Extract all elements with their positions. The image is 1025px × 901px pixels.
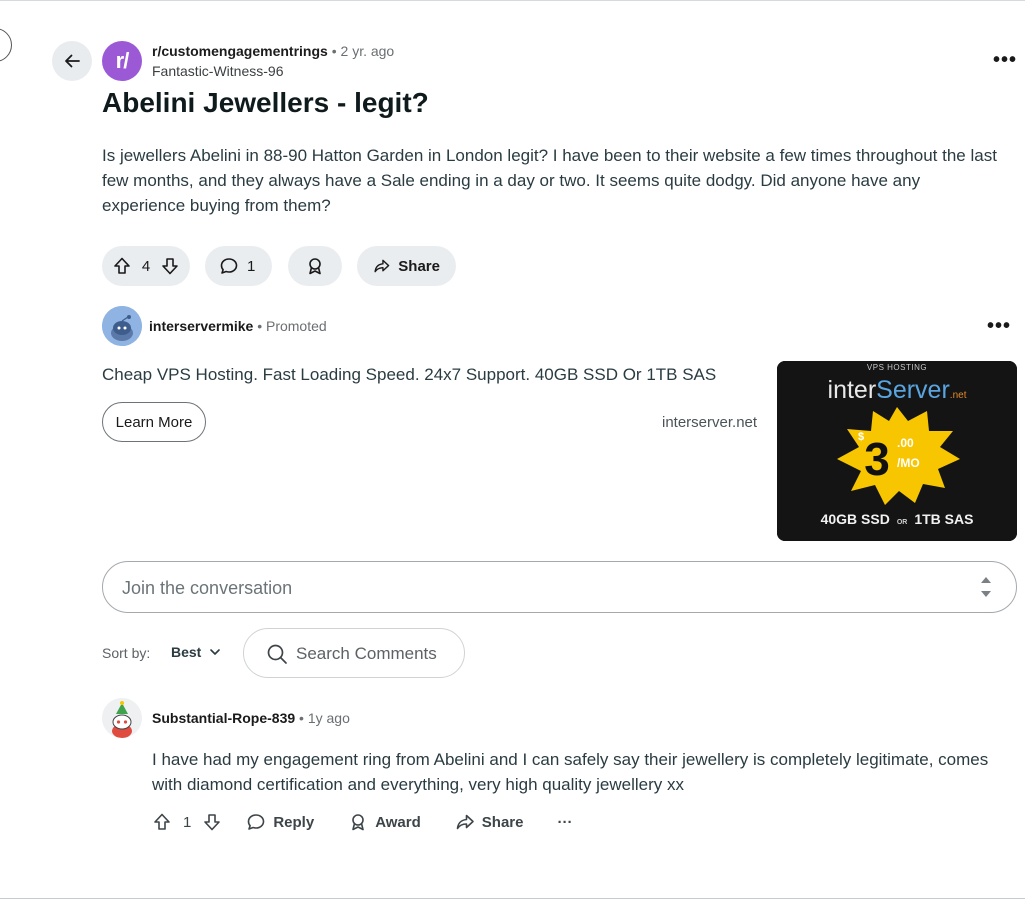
meta-dot: • <box>257 318 263 334</box>
subreddit-avatar[interactable]: r/ <box>102 41 142 81</box>
back-button[interactable] <box>52 41 92 81</box>
ad-brand-logo: interServer.net <box>828 376 967 404</box>
ad-headline[interactable]: Cheap VPS Hosting. Fast Loading Speed. 2… <box>102 365 716 385</box>
award-icon <box>309 258 321 275</box>
promoted-badge: Promoted <box>265 318 327 334</box>
arrow-left-icon <box>65 54 80 68</box>
meta-dot: • <box>331 43 337 59</box>
ad-spec-or: OR <box>897 519 908 526</box>
post-meta-line: r/customengagementrings • 2 yr. ago <box>152 43 394 59</box>
ad-domain-link[interactable]: interserver.net <box>662 414 757 431</box>
price-currency: $ <box>858 431 864 443</box>
price-period: /MO <box>897 456 920 470</box>
promo-meta-line: interservermike • Promoted <box>149 318 327 334</box>
share-icon <box>374 259 390 273</box>
promo-username[interactable]: interservermike <box>149 318 253 334</box>
upvote-icon[interactable] <box>152 812 172 832</box>
award-button[interactable] <box>288 246 342 286</box>
post-more-options-icon[interactable]: ••• <box>993 50 1017 70</box>
downvote-icon[interactable] <box>160 256 180 276</box>
comment-avatar[interactable] <box>102 698 142 738</box>
price-dollars: 3 <box>864 433 890 485</box>
sort-label: Sort by: <box>102 645 151 661</box>
post-body: Is jewellers Abelini in 88-90 Hatton Gar… <box>102 146 997 215</box>
expand-composer-icon[interactable] <box>978 574 994 605</box>
edge-control[interactable] <box>0 28 12 62</box>
ad-spec-sas: 1TB SAS <box>914 511 973 527</box>
comment-award-button[interactable]: Award <box>348 812 421 832</box>
subreddit-link[interactable]: r/customengagementrings <box>152 43 328 59</box>
share-icon <box>456 814 474 830</box>
snoo-holiday-avatar-icon <box>102 698 142 738</box>
sort-dropdown[interactable]: Best <box>171 644 221 660</box>
ad-spec-ssd: 40GB SSD <box>821 511 890 527</box>
post-age: 2 yr. ago <box>340 43 395 59</box>
price-cents: .00 <box>897 436 914 450</box>
comment-vote-control: 1 <box>152 812 222 832</box>
comment-icon <box>220 258 238 274</box>
share-button[interactable]: Share <box>357 246 456 286</box>
chevron-down-icon <box>210 649 221 655</box>
share-label: Share <box>398 257 440 275</box>
comments-button[interactable]: 1 <box>205 246 272 286</box>
search-icon <box>266 643 288 670</box>
ad-image[interactable]: VPS HOSTING interServer.net $ 3 .00 /MO … <box>777 361 1017 541</box>
promo-more-options-icon[interactable]: ••• <box>987 316 1011 336</box>
comment-more-options-icon[interactable]: ··· <box>557 814 572 831</box>
reply-button[interactable]: Reply <box>246 812 314 832</box>
post-title: Abelini Jewellers - legit? <box>102 87 429 118</box>
comment-username[interactable]: Substantial-Rope-839 <box>152 710 295 726</box>
comment-share-button[interactable]: Share <box>455 812 524 832</box>
upvote-icon[interactable] <box>112 256 132 276</box>
comment-vote-count: 1 <box>183 813 192 831</box>
bottom-divider <box>0 898 1025 899</box>
reply-label: Reply <box>273 813 315 831</box>
comment-age: 1y ago <box>307 710 350 726</box>
downvote-icon[interactable] <box>202 812 222 832</box>
vote-control: 4 <box>102 246 190 286</box>
comment-count: 1 <box>247 257 256 275</box>
ad-banner-graphic: VPS HOSTING interServer.net $ 3 .00 /MO … <box>777 361 1017 541</box>
vote-count: 4 <box>141 257 151 275</box>
ad-top-label: VPS HOSTING <box>867 363 927 372</box>
meta-dot: • <box>299 710 304 726</box>
sort-value: Best <box>171 644 202 660</box>
share-label: Share <box>481 813 524 831</box>
award-icon <box>352 814 365 831</box>
top-divider <box>0 0 1025 1</box>
comment-meta-line: Substantial-Rope-839 • 1y ago <box>152 710 350 726</box>
join-conversation-placeholder: Join the conversation <box>122 578 293 598</box>
search-comments-placeholder: Search Comments <box>296 644 437 663</box>
award-label: Award <box>375 813 421 831</box>
learn-more-button[interactable]: Learn More <box>102 402 206 442</box>
comment-icon <box>248 814 265 830</box>
comment-body: I have had my engagement ring from Abeli… <box>152 750 989 794</box>
post-author[interactable]: Fantastic-Witness-96 <box>152 63 283 79</box>
promo-avatar[interactable] <box>102 306 142 346</box>
snoo-avatar-icon <box>102 306 142 346</box>
comment-action-bar: 1 Reply Award Share ··· <box>152 809 572 835</box>
